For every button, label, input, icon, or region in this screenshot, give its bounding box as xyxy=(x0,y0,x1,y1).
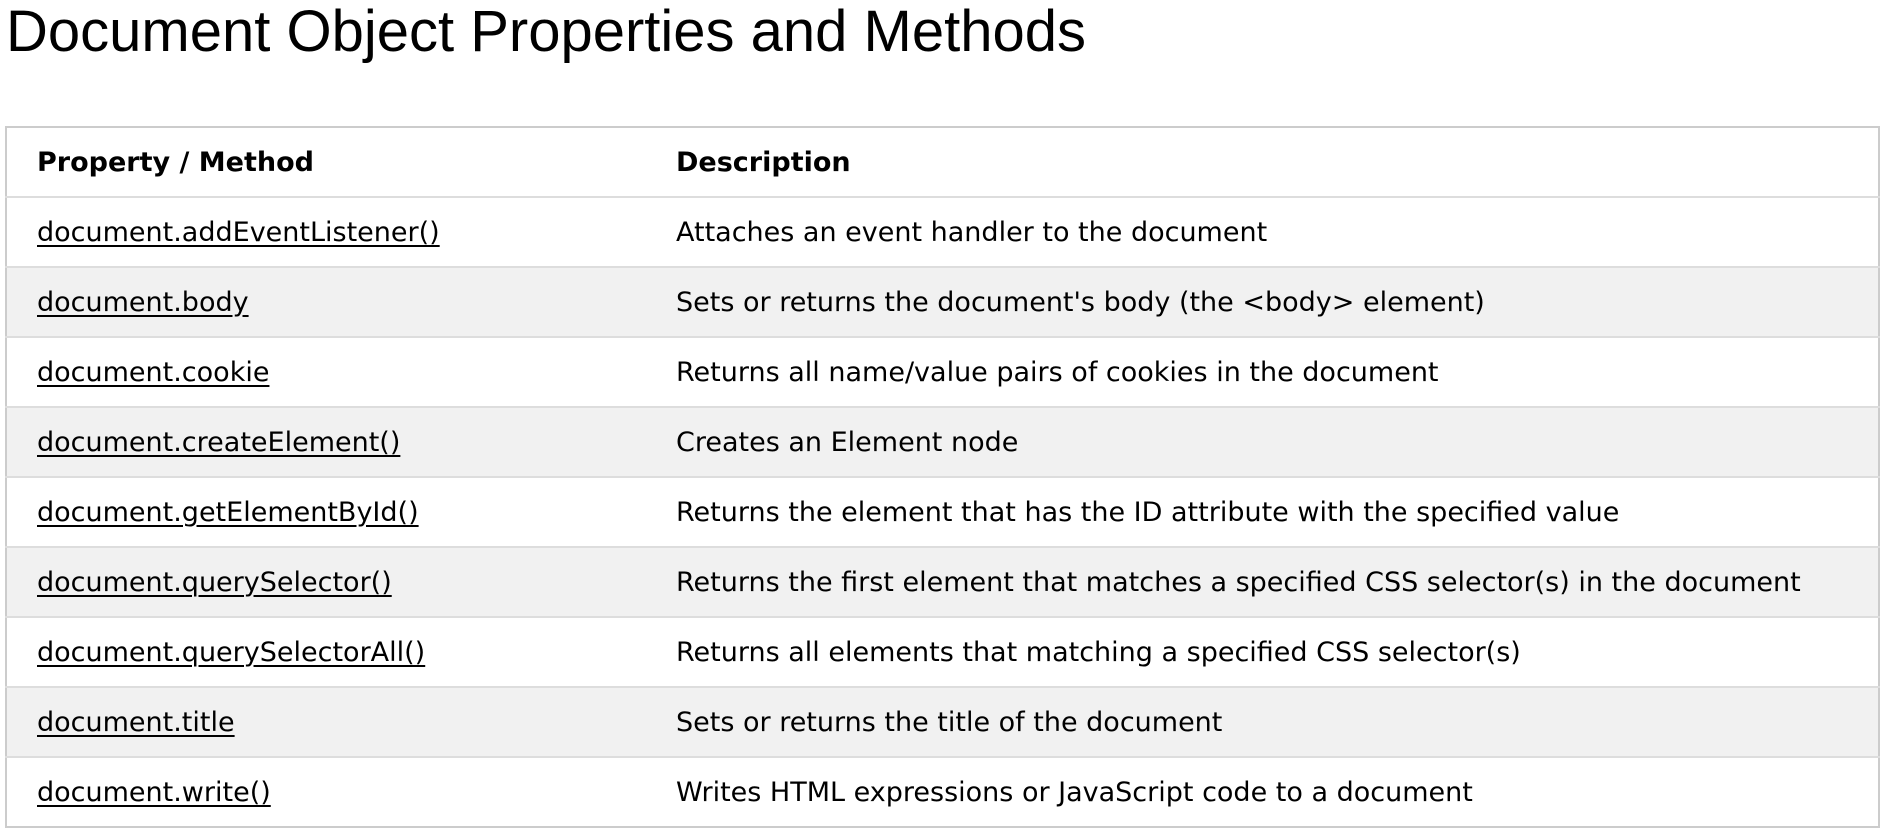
header-property-method: Property / Method xyxy=(6,127,644,198)
property-link[interactable]: document.querySelectorAll() xyxy=(37,637,425,668)
table-row: document.querySelector() Returns the fir… xyxy=(6,547,1879,618)
table-cell-name: document.write() xyxy=(6,757,644,827)
table-cell-name: document.body xyxy=(6,267,644,338)
table-row: document.addEventListener() Attaches an … xyxy=(6,197,1879,268)
table-cell-description: Writes HTML expressions or JavaScript co… xyxy=(644,757,1879,827)
header-description: Description xyxy=(644,127,1879,198)
table-row: document.cookie Returns all name/value p… xyxy=(6,337,1879,408)
table-cell-description: Returns all elements that matching a spe… xyxy=(644,617,1879,688)
table-cell-name: document.cookie xyxy=(6,337,644,408)
table-cell-name: document.querySelectorAll() xyxy=(6,617,644,688)
table-cell-description: Returns the first element that matches a… xyxy=(644,547,1879,618)
property-link[interactable]: document.createElement() xyxy=(37,427,400,458)
table-cell-name: document.querySelector() xyxy=(6,547,644,618)
table-header-row: Property / Method Description xyxy=(6,127,1879,198)
property-link[interactable]: document.addEventListener() xyxy=(37,217,440,248)
reference-table: Property / Method Description document.a… xyxy=(5,126,1880,828)
property-link[interactable]: document.cookie xyxy=(37,357,269,388)
property-link[interactable]: document.title xyxy=(37,707,235,738)
table-cell-description: Returns all name/value pairs of cookies … xyxy=(644,337,1879,408)
table-row: document.body Sets or returns the docume… xyxy=(6,267,1879,338)
table-cell-description: Sets or returns the title of the documen… xyxy=(644,687,1879,758)
table-cell-description: Creates an Element node xyxy=(644,407,1879,478)
table-row: document.write() Writes HTML expressions… xyxy=(6,757,1879,827)
table-row: document.title Sets or returns the title… xyxy=(6,687,1879,758)
property-link[interactable]: document.body xyxy=(37,287,249,318)
property-link[interactable]: document.querySelector() xyxy=(37,567,392,598)
property-link[interactable]: document.write() xyxy=(37,777,271,808)
table-cell-description: Returns the element that has the ID attr… xyxy=(644,477,1879,548)
table-cell-description: Sets or returns the document's body (the… xyxy=(644,267,1879,338)
property-link[interactable]: document.getElementById() xyxy=(37,497,419,528)
table-cell-name: document.createElement() xyxy=(6,407,644,478)
table-row: document.getElementById() Returns the el… xyxy=(6,477,1879,548)
table-row: document.createElement() Creates an Elem… xyxy=(6,407,1879,478)
page-title: Document Object Properties and Methods xyxy=(6,0,1086,64)
table-cell-description: Attaches an event handler to the documen… xyxy=(644,197,1879,268)
table-cell-name: document.getElementById() xyxy=(6,477,644,548)
table-cell-name: document.addEventListener() xyxy=(6,197,644,268)
table-row: document.querySelectorAll() Returns all … xyxy=(6,617,1879,688)
table-cell-name: document.title xyxy=(6,687,644,758)
